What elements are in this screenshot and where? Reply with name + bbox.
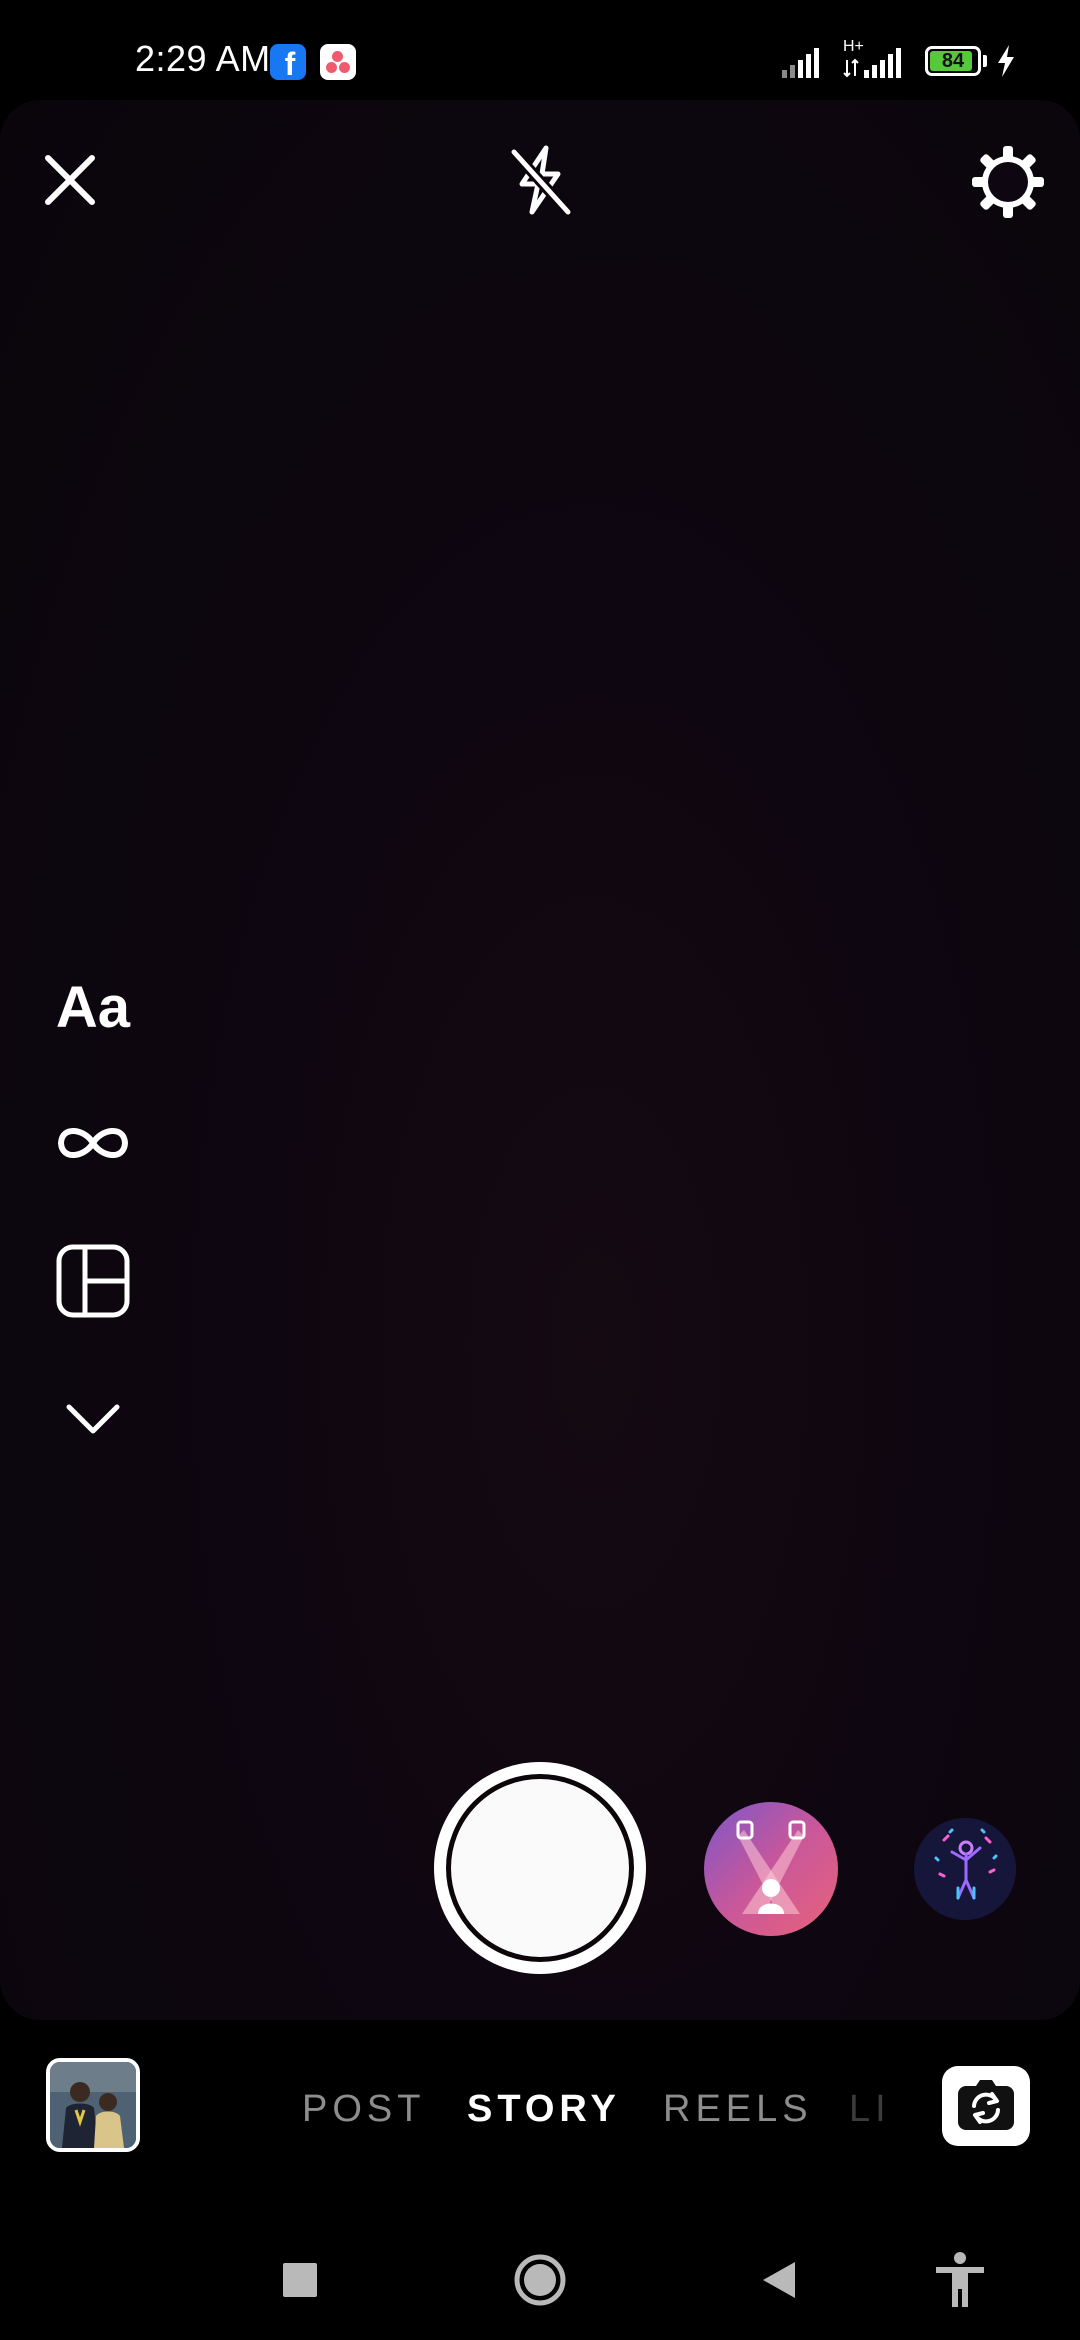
facebook-icon: f	[270, 44, 306, 80]
mode-selector: POST STORY REELS LI	[0, 2080, 1080, 2140]
effect-dancing-figure[interactable]	[914, 1818, 1016, 1920]
accessibility-button[interactable]	[930, 2250, 990, 2310]
flip-camera-button[interactable]	[942, 2066, 1030, 2146]
spotlight-effect-icon	[704, 1802, 838, 1936]
layout-button[interactable]	[48, 1236, 138, 1326]
back-icon	[763, 2262, 795, 2298]
dancing-figure-effect-icon	[914, 1818, 1016, 1920]
app-notification-icon	[320, 44, 356, 80]
mode-story[interactable]: STORY	[467, 2088, 621, 2131]
recents-icon	[283, 2263, 317, 2297]
data-activity-icon	[843, 58, 859, 78]
settings-button[interactable]	[966, 140, 1050, 224]
close-button[interactable]	[30, 140, 110, 220]
shutter-inner	[446, 1774, 634, 1962]
boomerang-button[interactable]	[48, 1098, 138, 1188]
system-navigation-bar	[0, 2220, 1080, 2340]
create-text-button[interactable]: Aa	[48, 962, 138, 1052]
mode-live[interactable]: LI	[849, 2088, 891, 2131]
shutter-button[interactable]	[434, 1762, 646, 1974]
home-button[interactable]	[510, 2250, 570, 2310]
more-tools-button[interactable]	[48, 1374, 138, 1464]
accessibility-icon	[936, 2252, 984, 2307]
settings-icon	[972, 146, 1044, 218]
status-time: 2:29 AM	[135, 38, 271, 79]
signal-strength-icon-2	[864, 46, 901, 78]
recents-button[interactable]	[270, 2250, 330, 2310]
create-text-label: Aa	[55, 974, 131, 1040]
close-icon	[45, 155, 95, 205]
network-type: H+	[843, 38, 864, 55]
effect-spotlight[interactable]	[704, 1802, 838, 1936]
battery-level: 84	[941, 50, 965, 72]
flip-camera-icon	[958, 2080, 1014, 2130]
mode-reels[interactable]: REELS	[663, 2088, 813, 2131]
chevron-down-icon	[66, 1404, 120, 1434]
charging-icon	[998, 45, 1014, 77]
flash-off-icon	[508, 145, 574, 218]
flash-toggle-button[interactable]	[500, 140, 580, 220]
camera-viewfinder[interactable]	[0, 100, 1080, 2020]
battery-tip	[983, 55, 987, 67]
back-button[interactable]	[748, 2250, 808, 2310]
battery-icon: 84	[925, 46, 981, 76]
home-icon	[514, 2254, 566, 2306]
mode-post[interactable]: POST	[302, 2088, 425, 2131]
signal-strength-icon	[782, 46, 819, 78]
boomerang-icon	[58, 1128, 128, 1158]
status-bar: 2:29 AM f H+ 84	[0, 0, 1080, 100]
layout-icon	[56, 1244, 130, 1318]
